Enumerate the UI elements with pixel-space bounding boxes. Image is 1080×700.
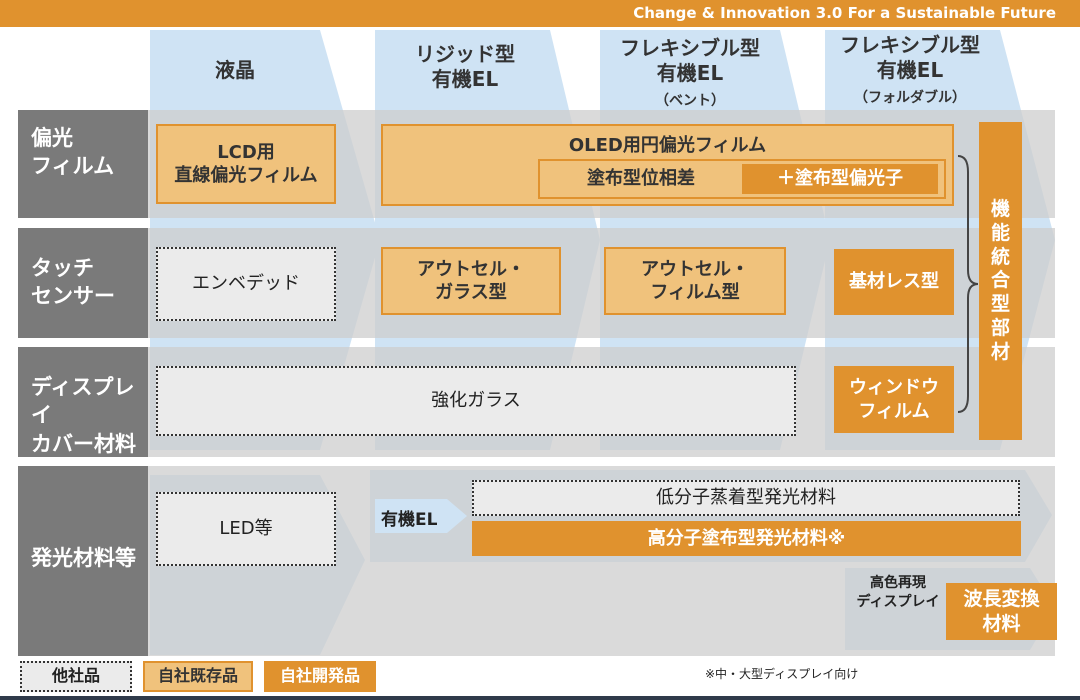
legend-existing: 自社既存品: [143, 661, 253, 692]
box-substrateless: 基材レス型: [834, 249, 954, 315]
oled-tag-label: 有機EL: [381, 510, 438, 530]
box-led: LED等: [156, 492, 336, 566]
column-header-foldable: フレキシブル型 有機EL （フォルダブル）: [825, 33, 995, 108]
box-outcell-glass: アウトセル・ ガラス型: [381, 247, 561, 315]
box-tempered-glass: 強化ガラス: [156, 366, 796, 436]
label-high-color-display: 高色再現 ディスプレイ: [856, 575, 940, 610]
box-coated-retarder: 塗布型位相差: [587, 168, 695, 190]
footnote: ※中・大型ディスプレイ向け: [705, 667, 859, 681]
column-header-rigid-label: リジッド型 有機EL: [415, 42, 515, 91]
column-header-lcd: 液晶: [160, 58, 310, 83]
box-integrated-component: 機 能 統 合 型 部 材: [979, 122, 1022, 440]
column-header-foldable-label: フレキシブル型 有機EL: [840, 33, 980, 82]
column-header-rigid: リジッド型 有機EL: [385, 42, 545, 92]
bottom-border: [0, 696, 1080, 700]
box-oled-polarizer-label: OLED用円偏光フィルム: [568, 135, 767, 156]
column-header-lcd-label: 液晶: [215, 58, 255, 82]
column-header-bent-label: フレキシブル型 有機EL: [620, 36, 760, 85]
integrated-char-4: 合: [990, 269, 1010, 292]
integrated-char-1: 機: [990, 198, 1010, 220]
integrated-char-6: 部: [990, 316, 1010, 339]
integrated-char-5: 型: [990, 293, 1010, 315]
box-coated-polarizer: ＋塗布型偏光子: [742, 164, 938, 194]
legend-developing: 自社開発品: [264, 661, 376, 692]
legend-others: 他社品: [20, 661, 132, 692]
bracket-integrated: [957, 155, 979, 413]
column-header-bent-sub: （ベント）: [655, 93, 725, 109]
row-label-emitter: 発光材料等: [18, 466, 148, 656]
box-polymer: 高分子塗布型発光材料※: [472, 521, 1021, 556]
row-label-cover: ディスプレイ カバー材料: [18, 347, 148, 457]
integrated-char-3: 統: [990, 245, 1010, 268]
row-label-polarizer: 偏光 フィルム: [18, 110, 148, 218]
box-embedded: エンベデッド: [156, 247, 336, 321]
box-wavelength-conversion: 波長変換 材料: [946, 583, 1057, 640]
box-lcd-polarizer: LCD用 直線偏光フィルム: [156, 124, 336, 204]
box-small-molecule: 低分子蒸着型発光材料: [472, 480, 1020, 516]
integrated-char-7: 材: [990, 340, 1010, 363]
column-header-foldable-sub: （フォルダブル）: [854, 90, 966, 106]
row-label-touch: タッチ センサー: [18, 228, 148, 338]
box-window-film: ウィンドウ フィルム: [834, 366, 954, 433]
integrated-char-2: 能: [990, 221, 1010, 244]
column-header-bent: フレキシブル型 有機EL （ベント）: [605, 36, 775, 111]
box-outcell-film: アウトセル・ フィルム型: [604, 247, 786, 315]
